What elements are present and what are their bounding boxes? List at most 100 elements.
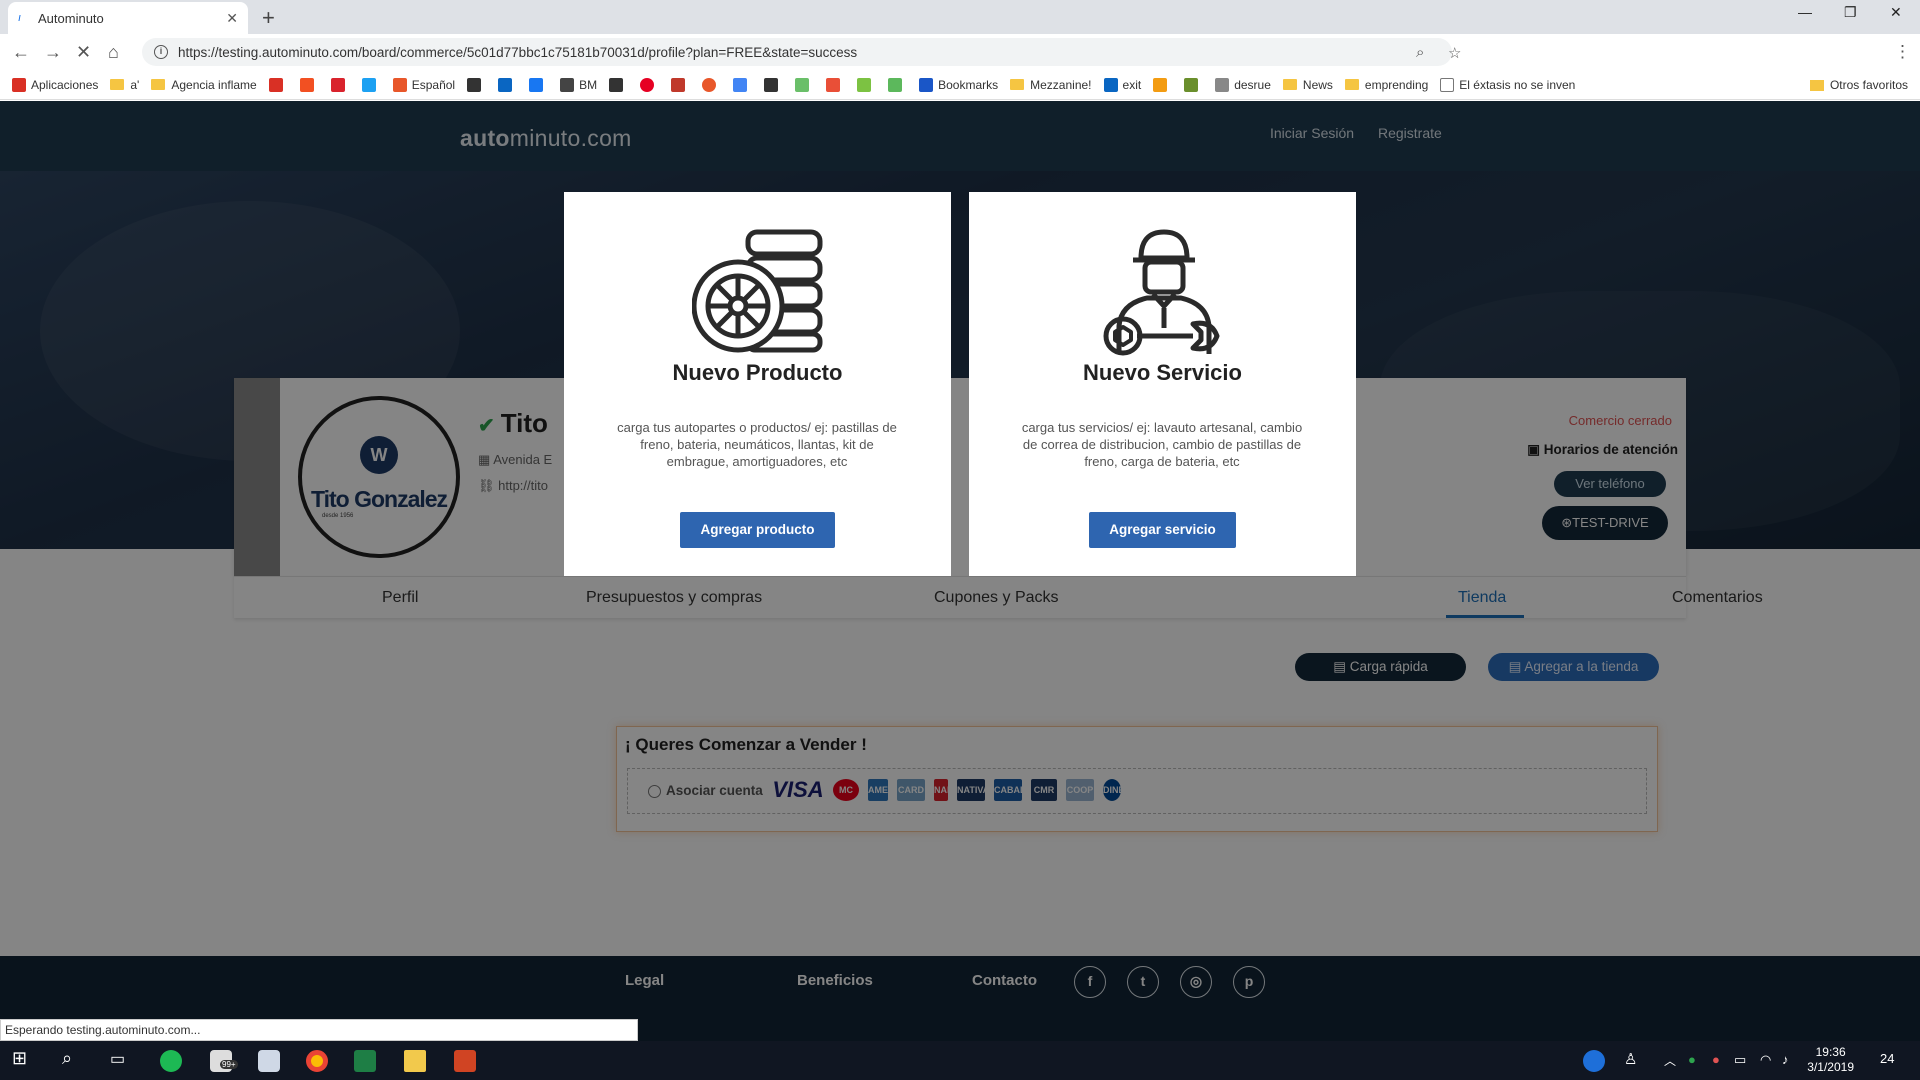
bookmark-link[interactable]: [609, 77, 628, 92]
bookmark-link[interactable]: [702, 77, 721, 92]
bookmark-link[interactable]: [764, 77, 783, 92]
bookmark-folder[interactable]: Mezzanine!: [1010, 78, 1092, 92]
bookmark-linkedin[interactable]: [498, 77, 517, 92]
windows-taskbar: ⊞ ⌕ ▭ 99+ ♙ ︿ ● ● ▭ ◠ ♪ 19:36 3/1/2019 24: [0, 1041, 1920, 1080]
windows-start-icon[interactable]: ⊞: [12, 1048, 34, 1070]
site-icon: [1215, 77, 1230, 92]
folder-icon: [1344, 79, 1359, 90]
bookmark-star-icon[interactable]: ☆: [1448, 44, 1461, 62]
bookmarks-bar: Aplicaciones a' Agencia inflame Español …: [0, 70, 1920, 100]
bookmark-folder[interactable]: emprending: [1344, 78, 1428, 92]
folder-icon: [1282, 79, 1297, 90]
people-icon[interactable]: ♙: [1624, 1050, 1646, 1072]
linkedin-icon: [498, 77, 513, 92]
site-icon: [560, 77, 575, 92]
bookmark-link[interactable]: [1184, 77, 1203, 92]
new-product-card: Nuevo Producto carga tus autopartes o pr…: [564, 192, 951, 576]
browser-tab[interactable]: ı Autominuto ✕: [8, 2, 248, 34]
volume-icon[interactable]: ♪: [1782, 1052, 1804, 1074]
restore-icon[interactable]: ❐: [1844, 4, 1857, 21]
task-view-icon[interactable]: ▭: [110, 1049, 132, 1071]
site-icon: [392, 77, 407, 92]
site-icon: [1184, 77, 1199, 92]
bookmark-link[interactable]: [795, 77, 814, 92]
new-service-card: Nuevo Servicio carga tus servicios/ ej: …: [969, 192, 1356, 576]
tray-icon[interactable]: ●: [1712, 1052, 1734, 1074]
clock[interactable]: 19:36 3/1/2019: [1807, 1045, 1854, 1075]
bookmark-pinterest[interactable]: [640, 77, 659, 92]
site-icon: [467, 77, 482, 92]
battery-icon[interactable]: ▭: [1734, 1052, 1756, 1074]
bookmark-folder[interactable]: a': [110, 78, 139, 92]
bookmark-microsoft[interactable]: [299, 77, 319, 92]
mail-badge: 99+: [220, 1060, 238, 1069]
menu-kebab-icon[interactable]: ⋮: [1894, 42, 1911, 62]
new-service-description: carga tus servicios/ ej: lavauto artesan…: [1021, 420, 1303, 469]
search-icon[interactable]: ⌕: [62, 1048, 84, 1070]
apps-grid-icon: [12, 77, 26, 92]
bookmark-folder[interactable]: News: [1282, 78, 1333, 92]
forward-icon[interactable]: →: [44, 42, 62, 63]
wifi-icon[interactable]: ◠: [1760, 1052, 1782, 1074]
tray-icon[interactable]: ●: [1688, 1052, 1710, 1074]
clock-date: 3/1/2019: [1807, 1060, 1854, 1074]
file-explorer-icon[interactable]: [404, 1050, 426, 1072]
bookmark-link[interactable]: [330, 77, 350, 92]
gmail-icon: [268, 77, 283, 92]
bookmark-gmail[interactable]: [268, 77, 288, 92]
bookmark-desrue[interactable]: desrue: [1215, 77, 1271, 92]
site-icon: [702, 77, 717, 92]
new-product-description: carga tus autopartes o productos/ ej: pa…: [617, 420, 897, 469]
bookmark-bm[interactable]: BM: [560, 77, 597, 92]
site-info-icon[interactable]: i: [154, 45, 168, 59]
browser-tab-strip: ı Autominuto ✕ + — ❐ ✕: [0, 0, 1920, 34]
bookmark-link[interactable]: [467, 77, 486, 92]
new-product-title: Nuevo Producto: [672, 360, 843, 385]
bookmark-apps[interactable]: Aplicaciones: [12, 77, 98, 92]
facebook-icon: [529, 77, 544, 92]
site-icon: [733, 77, 748, 92]
bookmark-link[interactable]: [826, 77, 845, 92]
pinterest-icon: [640, 77, 655, 92]
address-bar[interactable]: i https://testing.autominuto.com/board/c…: [142, 38, 1452, 66]
bookmark-link[interactable]: [857, 77, 876, 92]
status-bar: Esperando testing.autominuto.com...: [0, 1019, 638, 1041]
home-icon[interactable]: ⌂: [108, 42, 119, 63]
back-icon[interactable]: ←: [12, 42, 30, 63]
site-icon: [609, 77, 624, 92]
bookmark-folder[interactable]: Agencia inflame: [151, 78, 257, 92]
add-service-button[interactable]: Agregar servicio: [1089, 512, 1236, 548]
help-icon[interactable]: [1583, 1050, 1605, 1072]
other-bookmarks[interactable]: Otros favoritos: [1809, 78, 1908, 92]
close-tab-icon[interactable]: ✕: [226, 10, 238, 27]
notifications-icon[interactable]: 24: [1880, 1051, 1902, 1073]
app-icon[interactable]: [258, 1050, 280, 1072]
bookmark-link[interactable]: [733, 77, 752, 92]
excel-icon[interactable]: [354, 1050, 376, 1072]
new-tab-button[interactable]: +: [262, 5, 275, 31]
zoom-icon[interactable]: ⌕: [1416, 44, 1424, 61]
bookmark-link[interactable]: [671, 77, 690, 92]
spotify-icon[interactable]: [160, 1050, 182, 1072]
bookmark-facebook[interactable]: [529, 77, 548, 92]
modal-backdrop[interactable]: [0, 101, 1920, 956]
window-close-icon[interactable]: ✕: [1890, 4, 1902, 21]
powerpoint-icon[interactable]: [454, 1050, 476, 1072]
bookmark-twitter[interactable]: [361, 77, 381, 92]
site-icon: [857, 77, 872, 92]
bookmark-bookmarks[interactable]: Bookmarks: [919, 77, 998, 92]
bookmark-exit[interactable]: exit: [1103, 77, 1141, 92]
chrome-icon[interactable]: [306, 1050, 328, 1072]
bookmark-page[interactable]: El éxtasis no se inven: [1440, 77, 1575, 92]
chevron-up-icon[interactable]: ︿: [1664, 1052, 1686, 1074]
loading-icon: ı: [18, 12, 22, 24]
add-product-button[interactable]: Agregar producto: [680, 512, 835, 548]
mail-icon[interactable]: 99+: [210, 1050, 238, 1072]
bookmark-link[interactable]: [888, 77, 907, 92]
bookmark-espanol[interactable]: Español: [392, 77, 455, 92]
minimize-icon[interactable]: —: [1798, 4, 1812, 20]
url-text: https://testing.autominuto.com/board/com…: [178, 44, 858, 60]
tires-icon: [692, 229, 823, 353]
stop-loading-icon[interactable]: ✕: [76, 42, 91, 63]
bookmark-link[interactable]: [1153, 77, 1172, 92]
